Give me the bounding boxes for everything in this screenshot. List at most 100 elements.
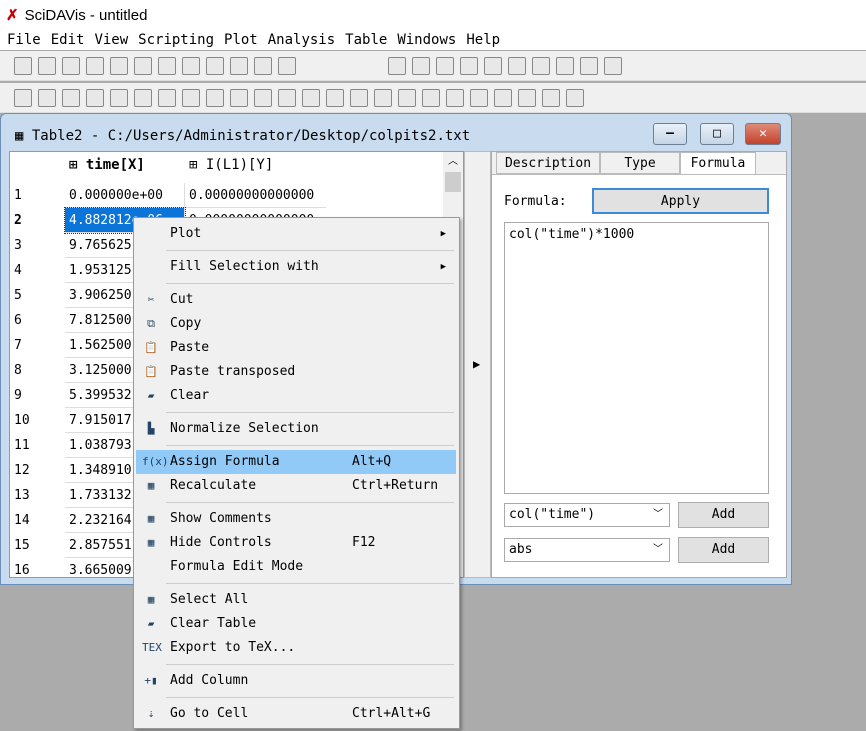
grid-3-icon[interactable]	[134, 88, 152, 107]
menu-table[interactable]: Table	[342, 30, 394, 50]
panel-toggle[interactable]: ▶	[464, 151, 491, 578]
menu-file[interactable]: File	[4, 30, 48, 50]
select-points-icon[interactable]	[460, 56, 478, 75]
menu-item-select-all[interactable]: ▦ Select All	[136, 588, 456, 612]
column-select[interactable]: col("time") ﹀	[504, 503, 670, 527]
save-as-icon[interactable]	[158, 56, 176, 75]
column-header-time[interactable]: ⊞ time[X]	[69, 152, 145, 182]
tab-type[interactable]: Type	[600, 152, 680, 174]
floor-empty-icon[interactable]	[542, 88, 560, 107]
floor-iso-icon[interactable]	[518, 88, 536, 107]
menu-item-clear[interactable]: ▰ Clear	[136, 384, 456, 408]
menu-item-clear-table[interactable]: ▰ Clear Table	[136, 612, 456, 636]
paste-icon: 📋	[144, 365, 158, 378]
menu-plot[interactable]: Plot	[221, 30, 265, 50]
animate-icon[interactable]	[566, 88, 584, 107]
menu-item-recalculate[interactable]: ▦ Recalculate Ctrl+Return	[136, 474, 456, 498]
print-icon[interactable]	[182, 56, 200, 75]
polygon-icon[interactable]	[446, 88, 464, 107]
rescale-icon[interactable]	[556, 56, 574, 75]
find-icon[interactable]	[230, 56, 248, 75]
floor-data-icon[interactable]	[494, 88, 512, 107]
zoom-in-icon[interactable]	[508, 56, 526, 75]
grid-4-icon[interactable]	[158, 88, 176, 107]
crosshair-icon[interactable]	[580, 56, 598, 75]
mesh-icon[interactable]	[398, 88, 416, 107]
menu-item-paste[interactable]: 📋 Paste	[136, 336, 456, 360]
menu-scripting[interactable]: Scripting	[135, 30, 221, 50]
grid-2-icon[interactable]	[110, 88, 128, 107]
row-number: 9	[14, 388, 22, 403]
menu-item-label: Copy	[170, 316, 202, 331]
perspective-icon[interactable]	[254, 88, 272, 107]
menu-edit[interactable]: Edit	[48, 30, 92, 50]
tex-icon: TEX	[142, 641, 162, 654]
mesh-hidden-icon[interactable]	[422, 88, 440, 107]
bars-icon[interactable]	[302, 88, 320, 107]
menu-item-show-comments[interactable]: ▦ Show Comments	[136, 507, 456, 531]
pdf-icon[interactable]	[206, 56, 224, 75]
menu-help[interactable]: Help	[463, 30, 507, 50]
surface-icon[interactable]	[470, 88, 488, 107]
points-icon[interactable]	[326, 88, 344, 107]
grid-1-icon[interactable]	[86, 88, 104, 107]
pointer-icon[interactable]	[412, 56, 430, 75]
zoom-out-icon[interactable]	[532, 56, 550, 75]
close-button[interactable]: ✕	[745, 123, 781, 145]
crosses-icon[interactable]	[374, 88, 392, 107]
menu-item-export-to-tex[interactable]: TEX Export to TeX...	[136, 636, 456, 660]
minimize-button[interactable]: –	[653, 123, 687, 145]
menu-analysis[interactable]: Analysis	[265, 30, 342, 50]
menu-item-plot[interactable]: Plot ▶	[136, 222, 456, 246]
tab-description[interactable]: Description	[496, 152, 600, 174]
app-title-bar: ✗ SciDAVis - untitled	[0, 0, 866, 30]
cones-icon[interactable]	[350, 88, 368, 107]
grid-6-icon[interactable]	[206, 88, 224, 107]
add-column-ref-button[interactable]: Add	[678, 502, 769, 528]
open-icon[interactable]	[62, 56, 80, 75]
row-number: 8	[14, 363, 22, 378]
menu-item-formula-edit-mode[interactable]: Formula Edit Mode	[136, 555, 456, 579]
maximize-button[interactable]: □	[700, 123, 734, 145]
column-select-value: col("time")	[509, 507, 596, 522]
tab-formula[interactable]: Formula	[680, 152, 756, 174]
table-icon[interactable]	[254, 56, 272, 75]
import-icon[interactable]	[110, 56, 128, 75]
crosshair-2-icon[interactable]	[604, 56, 622, 75]
menu-item-paste-transposed[interactable]: 📋 Paste transposed	[136, 360, 456, 384]
menu-item-add-column[interactable]: +▮ Add Column	[136, 669, 456, 693]
apply-button[interactable]: Apply	[592, 188, 769, 214]
add-function-button[interactable]: Add	[678, 537, 769, 563]
menu-item-fill-selection-with[interactable]: Fill Selection with ▶	[136, 255, 456, 279]
menu-item-hide-controls[interactable]: ▦ Hide Controls F12	[136, 531, 456, 555]
menu-item-cut[interactable]: ✂ Cut	[136, 288, 456, 312]
frame-icon[interactable]	[62, 88, 80, 107]
front-icon[interactable]	[230, 88, 248, 107]
eraser-icon[interactable]	[388, 56, 406, 75]
new-note-icon[interactable]	[38, 56, 56, 75]
menu-item-normalize-selection[interactable]: ▙ Normalize Selection	[136, 417, 456, 441]
grid-5-icon[interactable]	[182, 88, 200, 107]
cell-time[interactable]: 0.000000e+00	[65, 183, 185, 208]
menu-view[interactable]: View	[91, 30, 135, 50]
text-icon[interactable]	[484, 56, 502, 75]
menu-item-go-to-cell[interactable]: ⇣ Go to Cell Ctrl+Alt+G	[136, 702, 456, 726]
paste-icon: 📋	[144, 341, 158, 354]
menu-windows[interactable]: Windows	[394, 30, 463, 50]
data-reader-icon[interactable]	[436, 56, 454, 75]
function-select[interactable]: abs ﹀	[504, 538, 670, 562]
column-header-il1[interactable]: ⊞ I(L1)[Y]	[189, 152, 273, 182]
new-icon[interactable]	[14, 56, 32, 75]
open-template-icon[interactable]	[86, 56, 104, 75]
reset-icon[interactable]	[278, 88, 296, 107]
menu-item-shortcut: Ctrl+Alt+G	[352, 706, 431, 721]
menu-item-assign-formula[interactable]: f(x) Assign Formula Alt+Q	[136, 450, 456, 474]
cell-il1[interactable]: 0.00000000000000	[185, 183, 326, 208]
save-icon[interactable]	[134, 56, 152, 75]
axes-icon[interactable]	[14, 88, 32, 107]
menu-item-copy[interactable]: ⧉ Copy	[136, 312, 456, 336]
formula-editor[interactable]: col("time")*1000	[504, 222, 769, 494]
lock-icon[interactable]	[278, 56, 296, 75]
calculator-icon: ▦	[147, 479, 155, 492]
box-icon[interactable]	[38, 88, 56, 107]
